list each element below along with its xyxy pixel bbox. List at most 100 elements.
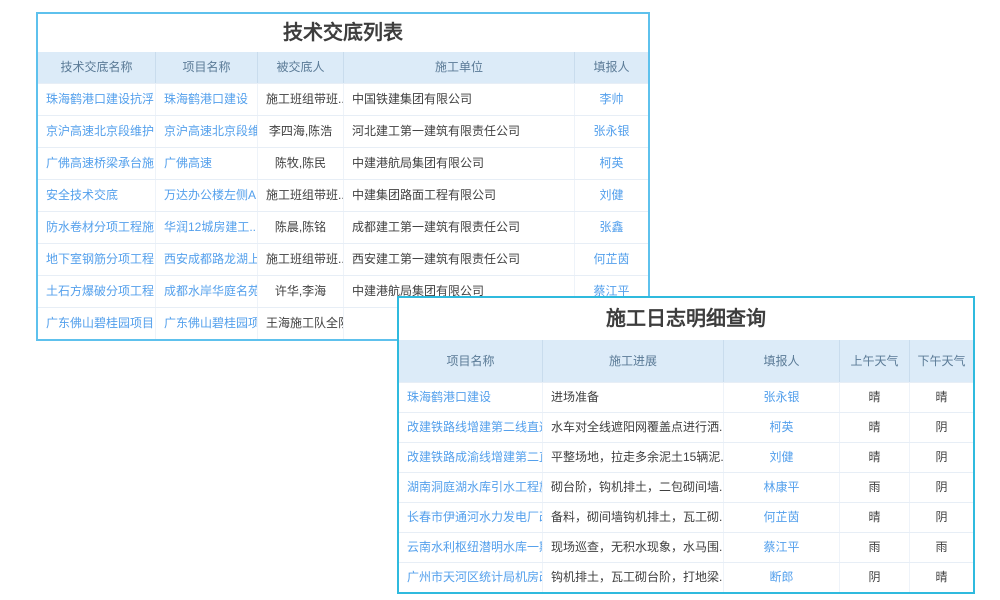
- construction-log-table: 施工日志明细查询 项目名称 施工进展 填报人 上午天气 下午天气 珠海鹤港口建设…: [397, 296, 975, 594]
- table-row: 地下室钢筋分项工程... 西安成都路龙湖上... 施工班组带班... 西安建工第…: [38, 243, 648, 275]
- cell-reporter[interactable]: 刘健: [575, 180, 648, 211]
- cell-progress: 砌台阶，钩机排土，二包砌间墙...: [543, 473, 724, 502]
- cell-reporter[interactable]: 李帅: [575, 84, 648, 115]
- cell-progress: 水车对全线遮阳网覆盖点进行洒...: [543, 413, 724, 442]
- table-row: 云南水利枢纽潜明水库一期工程 现场巡查，无积水现象，水马围... 蔡江平 雨 雨: [399, 532, 973, 562]
- table-row: 京沪高速北京段维护 京沪高速北京段维修 李四海,陈浩 河北建工第一建筑有限责任公…: [38, 115, 648, 147]
- cell-morning-weather: 晴: [840, 503, 910, 532]
- tech-disclosure-table-title: 技术交底列表: [38, 14, 648, 52]
- cell-progress: 现场巡查，无积水现象，水马围...: [543, 533, 724, 562]
- cell-morning-weather: 晴: [840, 413, 910, 442]
- cell-disclosure-name[interactable]: 京沪高速北京段维护: [38, 116, 156, 147]
- cell-afternoon-weather: 阴: [910, 503, 973, 532]
- cell-morning-weather: 雨: [840, 473, 910, 502]
- header-afternoon-weather: 下午天气: [910, 340, 973, 382]
- cell-morning-weather: 晴: [840, 383, 910, 412]
- cell-receiver: 陈牧,陈民: [258, 148, 344, 179]
- header-project-name: 项目名称: [399, 340, 543, 382]
- cell-receiver: 王海施工队全队: [258, 308, 344, 339]
- cell-reporter[interactable]: 断郎: [724, 563, 840, 592]
- cell-morning-weather: 阴: [840, 563, 910, 592]
- cell-progress: 备料，砌间墙钩机排土，瓦工砌...: [543, 503, 724, 532]
- tech-disclosure-header-row: 技术交底名称 项目名称 被交底人 施工单位 填报人: [38, 52, 648, 83]
- cell-project-name[interactable]: 华润12城房建工...: [156, 212, 258, 243]
- cell-project-name[interactable]: 改建铁路成渝线增建第二直通线: [399, 443, 543, 472]
- construction-log-header-row: 项目名称 施工进展 填报人 上午天气 下午天气: [399, 340, 973, 382]
- cell-disclosure-name[interactable]: 广佛高速桥梁承台施...: [38, 148, 156, 179]
- table-row: 湖南洞庭湖水库引水工程施工 砌台阶，钩机排土，二包砌间墙... 林康平 雨 阴: [399, 472, 973, 502]
- cell-construction-unit: 西安建工第一建筑有限责任公司: [344, 244, 575, 275]
- header-receiver: 被交底人: [258, 52, 344, 83]
- cell-morning-weather: 晴: [840, 443, 910, 472]
- cell-progress: 平整场地，拉走多余泥土15辆泥...: [543, 443, 724, 472]
- cell-disclosure-name[interactable]: 安全技术交底: [38, 180, 156, 211]
- header-reporter: 填报人: [575, 52, 648, 83]
- cell-project-name[interactable]: 改建铁路线增建第二线直通线: [399, 413, 543, 442]
- cell-disclosure-name[interactable]: 广东佛山碧桂园项目...: [38, 308, 156, 339]
- cell-construction-unit: 中建集团路面工程有限公司: [344, 180, 575, 211]
- cell-afternoon-weather: 阴: [910, 443, 973, 472]
- cell-reporter[interactable]: 柯英: [724, 413, 840, 442]
- cell-afternoon-weather: 阴: [910, 473, 973, 502]
- cell-project-name[interactable]: 西安成都路龙湖上...: [156, 244, 258, 275]
- cell-project-name[interactable]: 成都水岸华庭名苑...: [156, 276, 258, 307]
- header-morning-weather: 上午天气: [840, 340, 910, 382]
- cell-reporter[interactable]: 何芷茵: [724, 503, 840, 532]
- cell-progress: 进场准备: [543, 383, 724, 412]
- header-reporter: 填报人: [724, 340, 840, 382]
- header-progress: 施工进展: [543, 340, 724, 382]
- cell-reporter[interactable]: 张永银: [724, 383, 840, 412]
- cell-project-name[interactable]: 珠海鹤港口建设: [156, 84, 258, 115]
- cell-project-name[interactable]: 京沪高速北京段维修: [156, 116, 258, 147]
- cell-reporter[interactable]: 柯英: [575, 148, 648, 179]
- cell-reporter[interactable]: 蔡江平: [724, 533, 840, 562]
- cell-disclosure-name[interactable]: 珠海鹤港口建设抗浮...: [38, 84, 156, 115]
- header-disclosure-name: 技术交底名称: [38, 52, 156, 83]
- construction-log-table-title: 施工日志明细查询: [399, 298, 973, 340]
- cell-receiver: 施工班组带班...: [258, 180, 344, 211]
- cell-project-name[interactable]: 长春市伊通河水力发电厂改建工: [399, 503, 543, 532]
- table-row: 广佛高速桥梁承台施... 广佛高速 陈牧,陈民 中建港航局集团有限公司 柯英: [38, 147, 648, 179]
- table-row: 珠海鹤港口建设 进场准备 张永银 晴 晴: [399, 382, 973, 412]
- table-row: 长春市伊通河水力发电厂改建工 备料，砌间墙钩机排土，瓦工砌... 何芷茵 晴 阴: [399, 502, 973, 532]
- table-row: 安全技术交底 万达办公楼左侧A... 施工班组带班... 中建集团路面工程有限公…: [38, 179, 648, 211]
- table-row: 珠海鹤港口建设抗浮... 珠海鹤港口建设 施工班组带班... 中国铁建集团有限公…: [38, 83, 648, 115]
- cell-reporter[interactable]: 张鑫: [575, 212, 648, 243]
- page: { "colors": { "table1_border": "#5ec1ed"…: [0, 0, 1000, 600]
- table-row: 改建铁路线增建第二线直通线 水车对全线遮阳网覆盖点进行洒... 柯英 晴 阴: [399, 412, 973, 442]
- cell-disclosure-name[interactable]: 防水卷材分项工程施...: [38, 212, 156, 243]
- cell-afternoon-weather: 晴: [910, 383, 973, 412]
- table-row: 改建铁路成渝线增建第二直通线 平整场地，拉走多余泥土15辆泥... 刘健 晴 阴: [399, 442, 973, 472]
- cell-construction-unit: 成都建工第一建筑有限责任公司: [344, 212, 575, 243]
- cell-receiver: 施工班组带班...: [258, 244, 344, 275]
- table-row: 防水卷材分项工程施... 华润12城房建工... 陈晨,陈铭 成都建工第一建筑有…: [38, 211, 648, 243]
- cell-project-name[interactable]: 湖南洞庭湖水库引水工程施工: [399, 473, 543, 502]
- cell-construction-unit: 中建港航局集团有限公司: [344, 148, 575, 179]
- header-construction-unit: 施工单位: [344, 52, 575, 83]
- cell-afternoon-weather: 晴: [910, 563, 973, 592]
- cell-reporter[interactable]: 何芷茵: [575, 244, 648, 275]
- cell-project-name[interactable]: 珠海鹤港口建设: [399, 383, 543, 412]
- cell-disclosure-name[interactable]: 土石方爆破分项工程...: [38, 276, 156, 307]
- cell-project-name[interactable]: 广州市天河区统计局机房改造项: [399, 563, 543, 592]
- table-row: 广州市天河区统计局机房改造项 钩机排土，瓦工砌台阶，打地梁... 断郎 阴 晴: [399, 562, 973, 592]
- cell-morning-weather: 雨: [840, 533, 910, 562]
- cell-progress: 钩机排土，瓦工砌台阶，打地梁...: [543, 563, 724, 592]
- cell-construction-unit: 中国铁建集团有限公司: [344, 84, 575, 115]
- cell-receiver: 陈晨,陈铭: [258, 212, 344, 243]
- cell-project-name[interactable]: 广佛高速: [156, 148, 258, 179]
- cell-afternoon-weather: 阴: [910, 413, 973, 442]
- cell-reporter[interactable]: 林康平: [724, 473, 840, 502]
- cell-afternoon-weather: 雨: [910, 533, 973, 562]
- cell-receiver: 李四海,陈浩: [258, 116, 344, 147]
- cell-reporter[interactable]: 刘健: [724, 443, 840, 472]
- cell-receiver: 施工班组带班...: [258, 84, 344, 115]
- header-project-name: 项目名称: [156, 52, 258, 83]
- cell-receiver: 许华,李海: [258, 276, 344, 307]
- cell-project-name[interactable]: 云南水利枢纽潜明水库一期工程: [399, 533, 543, 562]
- cell-reporter[interactable]: 张永银: [575, 116, 648, 147]
- cell-project-name[interactable]: 广东佛山碧桂园项目: [156, 308, 258, 339]
- cell-project-name[interactable]: 万达办公楼左侧A...: [156, 180, 258, 211]
- cell-construction-unit: 河北建工第一建筑有限责任公司: [344, 116, 575, 147]
- cell-disclosure-name[interactable]: 地下室钢筋分项工程...: [38, 244, 156, 275]
